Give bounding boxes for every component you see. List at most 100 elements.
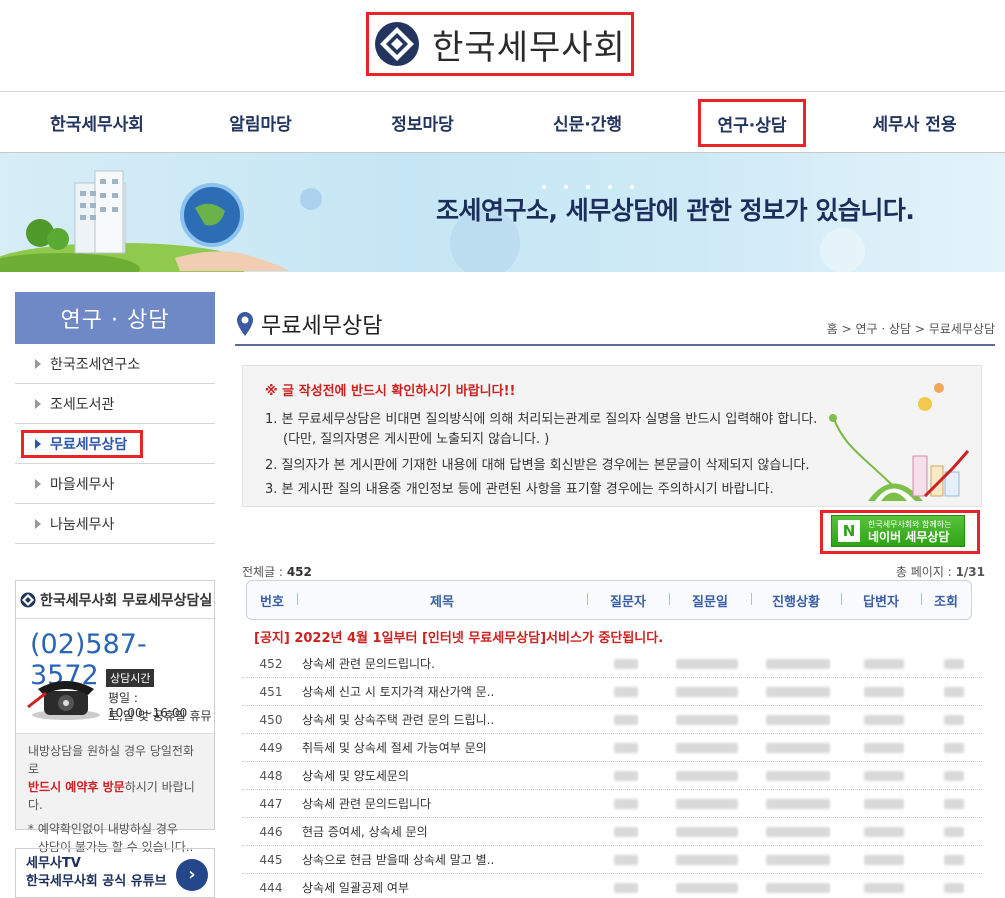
naver-consult-button[interactable]: N 한국세무사회와 함께하는 네이버 세무상담 (831, 515, 965, 547)
row-subject[interactable]: 취득세 및 상속세 절세 가능여부 문의 (300, 739, 610, 756)
logo[interactable]: 한국세무사회 (366, 12, 634, 76)
sidebar-item-free-consult[interactable]: 무료세무상담 (15, 424, 215, 464)
notice-line-1: 1. 본 무료세무상담은 비대면 질의방식에 의해 처리되는관계로 질의자 실명… (265, 412, 818, 427)
row-number: 451 (259, 684, 283, 699)
visit-notice: 내방상담을 원하실 경우 당일전화로 반드시 예약후 방문하시기 바랍니다. *… (16, 733, 214, 854)
redacted-date (676, 686, 738, 697)
redacted-status (766, 826, 830, 837)
row-subject[interactable]: 상속세 일괄공제 여부 (300, 879, 610, 896)
redacted-asker (614, 798, 638, 809)
table-row[interactable]: 447 상속세 관련 문의드립니다 (242, 790, 982, 818)
nav-item-publication[interactable]: 신문·간행 (515, 92, 660, 152)
redacted-date (676, 882, 738, 893)
total-count: 전체글 : 452 (242, 563, 312, 580)
nav-item-research[interactable]: 연구·상담 (698, 99, 806, 147)
page-value: 1/31 (955, 565, 985, 579)
redacted-asker (614, 658, 638, 669)
naver-icon: N (838, 520, 860, 542)
table-row[interactable]: 444 상속세 일괄공제 여부 (242, 874, 982, 898)
row-subject[interactable]: 현금 증여세, 상속세 문의 (300, 823, 610, 840)
table-row[interactable]: 446 현금 증여세, 상속세 문의 (242, 818, 982, 846)
row-subject[interactable]: 상속세 신고 시 토지가격 재산가액 문.. (300, 683, 610, 700)
row-number: 448 (259, 768, 283, 783)
title-divider (235, 344, 995, 346)
location-pin-icon (237, 312, 253, 336)
redacted-status (766, 714, 830, 725)
sidebar-item-library[interactable]: 조세도서관 (15, 384, 215, 424)
redacted-date (676, 742, 738, 753)
nav-item-notice[interactable]: 알림마당 (188, 92, 333, 152)
redacted-views (944, 798, 964, 809)
row-subject[interactable]: 상속세 관련 문의드립니다. (300, 655, 610, 672)
sidebar-title: 연구 · 상담 (15, 292, 215, 344)
col-date: 질문일 (669, 591, 751, 610)
row-number: 449 (259, 740, 283, 755)
total-value: 452 (286, 565, 312, 579)
redacted-date (676, 770, 738, 781)
row-number: 444 (259, 880, 283, 895)
table-row[interactable]: 449 취득세 및 상속세 절세 가능여부 문의 (242, 734, 982, 762)
redacted-asker (614, 770, 638, 781)
row-number: 450 (259, 712, 283, 727)
col-views: 조회 (921, 591, 971, 610)
sidebar-item-sharing-tax[interactable]: 나눔세무사 (15, 504, 215, 544)
col-status: 진행상황 (751, 591, 841, 610)
col-answerer: 답변자 (841, 591, 921, 610)
triangle-icon (35, 478, 41, 489)
row-number: 445 (259, 852, 283, 867)
nav-item-info[interactable]: 정보마당 (350, 92, 495, 152)
triangle-icon (35, 518, 41, 529)
hours-weekend: 토,일 및 공휴일 휴뮤 (108, 709, 212, 723)
table-row[interactable]: 450 상속세 및 상속주택 관련 문의 드립니.. (242, 706, 982, 734)
notice-box: ※ 글 작성전에 반드시 확인하시기 바랍니다!! 1. 본 무료세무상담은 비… (242, 365, 982, 507)
page-title-text: 무료세무상담 (261, 314, 383, 339)
row-subject[interactable]: 상속세 및 양도세문의 (300, 767, 610, 784)
nav-item-kacta[interactable]: 한국세무사회 (22, 92, 172, 152)
sidebar-menu: 한국조세연구소 조세도서관 무료세무상담 마을세무사 나눔세무사 (15, 344, 215, 544)
breadcrumb: 홈 > 연구 · 상담 > 무료세무상담 (826, 322, 995, 336)
row-subject[interactable]: 상속으로 현금 받을때 상속세 말고 별.. (300, 851, 610, 868)
banner-illustration (0, 170, 290, 272)
nav-item-members[interactable]: 세무사 전용 (842, 92, 987, 152)
redacted-status (766, 854, 830, 865)
row-subject[interactable]: 상속세 및 상속주택 관련 문의 드립니.. (300, 711, 610, 728)
redacted-answerer (864, 798, 904, 809)
notice-line-1b: (다만, 질의자명은 게시판에 노출되지 않습니다. ) (283, 432, 550, 447)
call-center-heading: 한국세무사회 무료세무상담실 (16, 581, 214, 619)
triangle-icon (35, 358, 41, 369)
redacted-answerer (864, 854, 904, 865)
row-subject[interactable]: 상속세 관련 문의드립니다 (300, 795, 610, 812)
redacted-answerer (864, 882, 904, 893)
arrow-right-icon[interactable]: › (176, 859, 208, 891)
youtube-banner[interactable]: 세무사TV 한국세무사회 공식 유튜브 › (15, 848, 215, 898)
table-row[interactable]: 448 상속세 및 양도세문의 (242, 762, 982, 790)
redacted-views (944, 686, 964, 697)
visit-required: 반드시 예약후 방문 (28, 780, 125, 794)
table-row[interactable]: 452 상속세 관련 문의드립니다. (242, 650, 982, 678)
row-number: 447 (259, 796, 283, 811)
emblem-icon (20, 592, 36, 607)
naver-label: 네이버 세무상담 (868, 530, 950, 544)
visit-line: 내방상담을 원하실 경우 당일전화로 (28, 744, 195, 776)
notice-line-2: 2. 질의자가 본 게시판에 기재한 내용에 대해 답변을 회신받은 경우에는 … (265, 458, 810, 473)
redacted-answerer (864, 826, 904, 837)
col-subject: 제목 (297, 591, 587, 610)
redacted-answerer (864, 658, 904, 669)
notice-warning: ※ 글 작성전에 반드시 확인하시기 바랍니다!! (265, 384, 516, 399)
table-row[interactable]: 451 상속세 신고 시 토지가격 재산가액 문.. (242, 678, 982, 706)
page-info: 총 페이지 : 1/31 (896, 563, 985, 580)
sidebar-item-research-institute[interactable]: 한국조세연구소 (15, 344, 215, 384)
notice-line-3: 3. 본 게시판 질의 내용중 개인정보 등에 관련된 사항을 표기할 경우에는… (265, 482, 774, 497)
redacted-date (676, 826, 738, 837)
notice-post[interactable]: [공지] 2022년 4월 1일부터 [인터넷 무료세무상담]서비스가 중단됩니… (246, 624, 972, 648)
redacted-status (766, 658, 830, 669)
sidebar-item-village-tax[interactable]: 마을세무사 (15, 464, 215, 504)
row-number: 446 (259, 824, 283, 839)
page-title: 무료세무상담 (235, 308, 382, 340)
redacted-asker (614, 826, 638, 837)
redacted-answerer (864, 686, 904, 697)
table-row[interactable]: 445 상속으로 현금 받을때 상속세 말고 별.. (242, 846, 982, 874)
redacted-status (766, 770, 830, 781)
redacted-answerer (864, 742, 904, 753)
visit-line-2: 반드시 예약후 방문하시기 바랍니다. (28, 778, 202, 814)
